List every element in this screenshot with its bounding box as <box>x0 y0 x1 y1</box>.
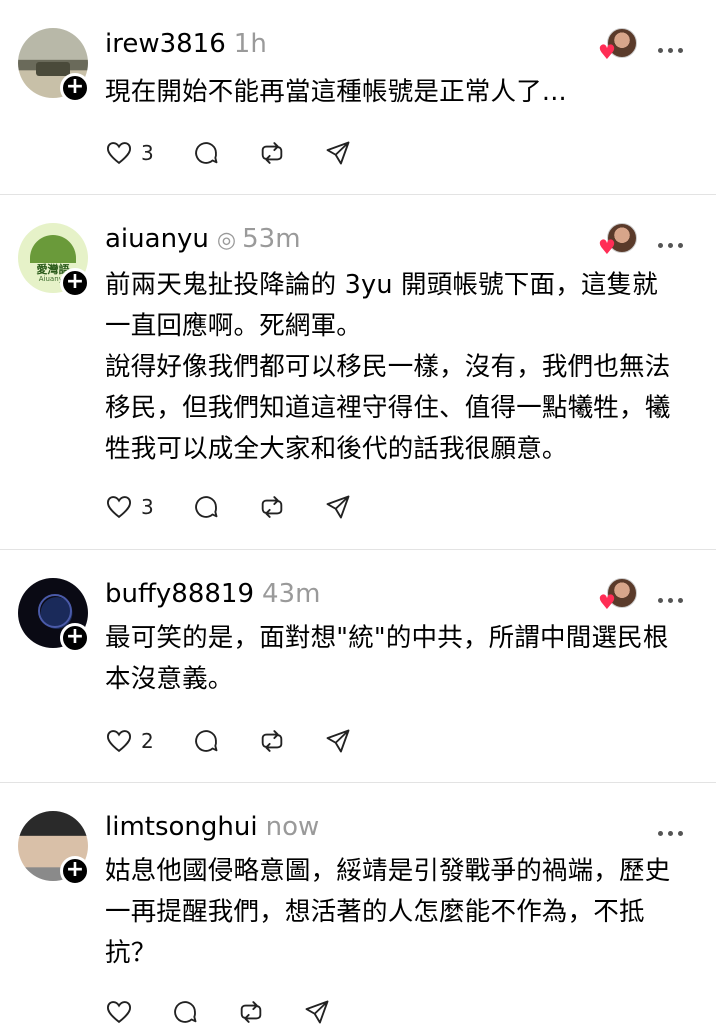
reply-icon <box>194 730 218 752</box>
follow-button[interactable]: + <box>60 856 90 886</box>
more-button[interactable] <box>658 588 690 603</box>
share-button[interactable] <box>324 493 352 521</box>
post[interactable]: + limtsonghui now 姑息他國侵略意圖，綏靖是引發戰爭的禍端，歷史 … <box>0 783 716 1024</box>
reply-icon <box>174 1001 197 1023</box>
repost-button[interactable] <box>258 727 286 755</box>
share-icon <box>326 495 350 519</box>
post-header: limtsonghui now <box>105 810 319 844</box>
username[interactable]: limtsonghui <box>105 812 258 842</box>
more-button[interactable] <box>658 38 690 53</box>
plus-icon: + <box>65 624 85 649</box>
repost-button[interactable] <box>237 998 265 1024</box>
heart-icon: ♥ <box>598 590 616 614</box>
follow-button[interactable]: + <box>60 268 90 298</box>
timestamp: 1h <box>233 29 267 59</box>
more-button[interactable] <box>658 821 690 836</box>
like-count: 3 <box>141 495 154 519</box>
heart-icon <box>106 142 132 165</box>
like-count: 3 <box>141 141 154 165</box>
post-text: 現在開始不能再當這種帳號是正常人了... <box>105 77 567 107</box>
heart-icon: ♥ <box>598 235 616 259</box>
plus-icon: + <box>65 857 85 882</box>
username[interactable]: irew3816 <box>105 29 226 59</box>
repost-icon <box>240 1001 262 1023</box>
username[interactable]: aiuanyu <box>105 224 209 254</box>
reply-button[interactable] <box>192 493 220 521</box>
like-count: 2 <box>141 729 154 753</box>
share-icon <box>326 141 350 165</box>
follow-button[interactable]: + <box>60 623 90 653</box>
reply-icon <box>194 142 218 164</box>
follow-button[interactable]: + <box>60 73 90 103</box>
heart-icon <box>106 496 132 519</box>
heart-icon <box>106 730 132 753</box>
plus-icon: + <box>65 74 85 99</box>
share-icon <box>326 729 350 753</box>
post-header: buffy88819 43m <box>105 577 320 611</box>
repost-button[interactable] <box>258 139 286 167</box>
timestamp: 53m <box>242 224 301 254</box>
post-text: 前兩天鬼扯投降論的 3yu 開頭帳號下面，這隻就 一直回應啊。死網軍。 說得好像… <box>105 270 671 464</box>
username[interactable]: buffy88819 <box>105 579 254 609</box>
like-button[interactable]: 2 <box>105 727 154 755</box>
liker-avatar: ♥ <box>598 28 638 64</box>
post-text: 姑息他國侵略意圖，綏靖是引發戰爭的禍端，歷史 一再提醒我們，想活著的人怎麼能不作… <box>105 856 671 968</box>
post-header: irew3816 1h <box>105 27 267 61</box>
repost-icon <box>261 730 283 752</box>
share-button[interactable] <box>324 139 352 167</box>
verified-icon: ◎ <box>216 228 237 253</box>
share-icon <box>305 1000 329 1024</box>
reply-button[interactable] <box>192 139 220 167</box>
heart-icon: ♥ <box>598 40 616 64</box>
repost-icon <box>261 496 283 518</box>
like-button[interactable] <box>105 998 133 1024</box>
reply-button[interactable] <box>171 998 199 1024</box>
timestamp: 43m <box>262 579 321 609</box>
more-button[interactable] <box>658 233 690 248</box>
heart-icon <box>106 1001 132 1024</box>
share-button[interactable] <box>324 727 352 755</box>
action-bar <box>105 996 369 1024</box>
thread-feed: + irew3816 1h ♥ 現在開始不能再當這種帳號是正常人了... 3 愛… <box>0 0 716 1024</box>
like-button[interactable]: 3 <box>105 139 154 167</box>
repost-icon <box>261 142 283 164</box>
post[interactable]: + irew3816 1h ♥ 現在開始不能再當這種帳號是正常人了... 3 <box>0 0 716 195</box>
action-bar: 2 <box>105 725 390 757</box>
post[interactable]: 愛灣語 Aiuanyu + aiuanyu ◎ 53m ♥ 前兩天鬼扯投降論的 3y… <box>0 195 716 550</box>
reply-button[interactable] <box>192 727 220 755</box>
like-button[interactable]: 3 <box>105 493 154 521</box>
plus-icon: + <box>65 269 85 294</box>
share-button[interactable] <box>303 998 331 1024</box>
post[interactable]: + buffy88819 43m ♥ 最可笑的是，面對想"統"的中共，所謂中間選民… <box>0 550 716 783</box>
post-header: aiuanyu ◎ 53m <box>105 222 301 258</box>
liker-avatar: ♥ <box>598 578 638 614</box>
post-text: 最可笑的是，面對想"統"的中共，所謂中間選民根 本沒意義。 <box>105 623 669 694</box>
action-bar: 3 <box>105 491 390 523</box>
liker-avatar: ♥ <box>598 223 638 259</box>
reply-icon <box>194 496 218 518</box>
timestamp: now <box>265 812 320 842</box>
repost-button[interactable] <box>258 493 286 521</box>
action-bar: 3 <box>105 137 390 169</box>
